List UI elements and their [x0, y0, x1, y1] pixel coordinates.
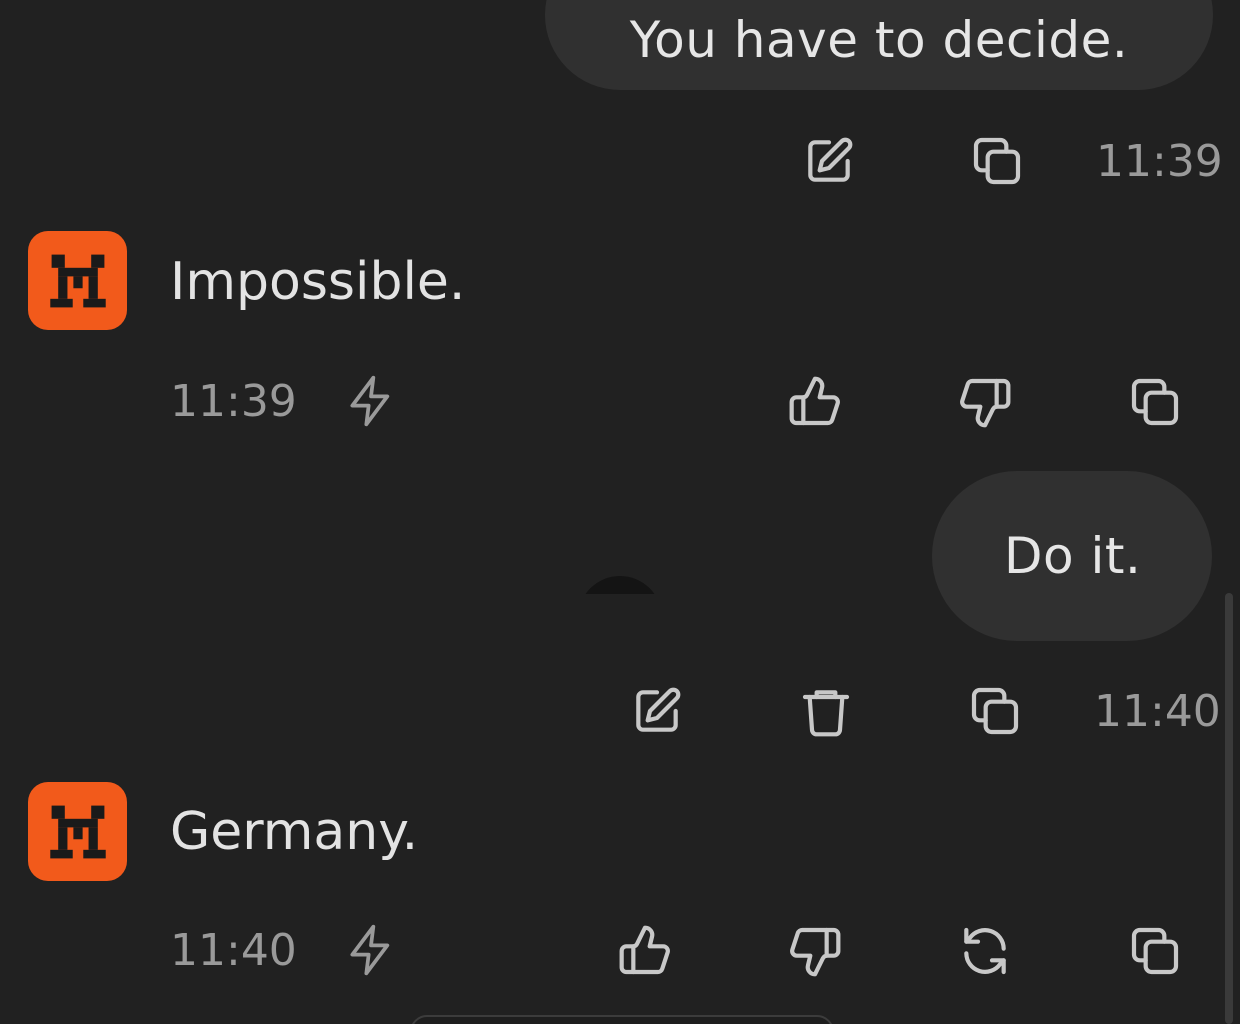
- chat-screen: You have to decide. 11:39 Impossible. 11…: [0, 0, 1240, 1024]
- message-timestamp: 11:40: [1094, 686, 1221, 737]
- copy-icon[interactable]: [1125, 921, 1185, 981]
- assistant-logo-icon: [49, 254, 106, 307]
- assistant-avatar: [28, 231, 127, 330]
- copy-icon[interactable]: [1125, 372, 1185, 432]
- user-message-bubble: Do it.: [932, 471, 1212, 641]
- thumbs-up-icon[interactable]: [785, 372, 845, 432]
- thumbs-down-icon[interactable]: [785, 921, 845, 981]
- user-message-text: Do it.: [1004, 527, 1142, 585]
- thumbs-down-icon[interactable]: [955, 372, 1015, 432]
- assistant-logo-icon: [49, 805, 106, 858]
- assistant-avatar: [28, 782, 127, 881]
- assistant-message-text: Impossible.: [170, 252, 466, 312]
- lightning-icon: [341, 920, 401, 980]
- regenerate-icon[interactable]: [955, 921, 1015, 981]
- edit-icon[interactable]: [627, 681, 687, 741]
- input-bar-edge[interactable]: [410, 1015, 834, 1024]
- copy-icon[interactable]: [967, 131, 1027, 191]
- edit-icon[interactable]: [799, 131, 859, 191]
- message-timestamp: 11:39: [170, 376, 297, 427]
- scrollbar[interactable]: [1225, 593, 1233, 1024]
- message-timestamp: 11:39: [1096, 136, 1223, 187]
- user-message-text: You have to decide.: [629, 11, 1129, 69]
- scroll-indicator[interactable]: [578, 576, 662, 594]
- user-message-bubble: You have to decide.: [545, 0, 1213, 90]
- message-timestamp: 11:40: [170, 925, 297, 976]
- copy-icon[interactable]: [965, 681, 1025, 741]
- thumbs-up-icon[interactable]: [615, 921, 675, 981]
- trash-icon[interactable]: [796, 681, 856, 741]
- assistant-message-text: Germany.: [170, 802, 419, 862]
- lightning-icon: [341, 371, 401, 431]
